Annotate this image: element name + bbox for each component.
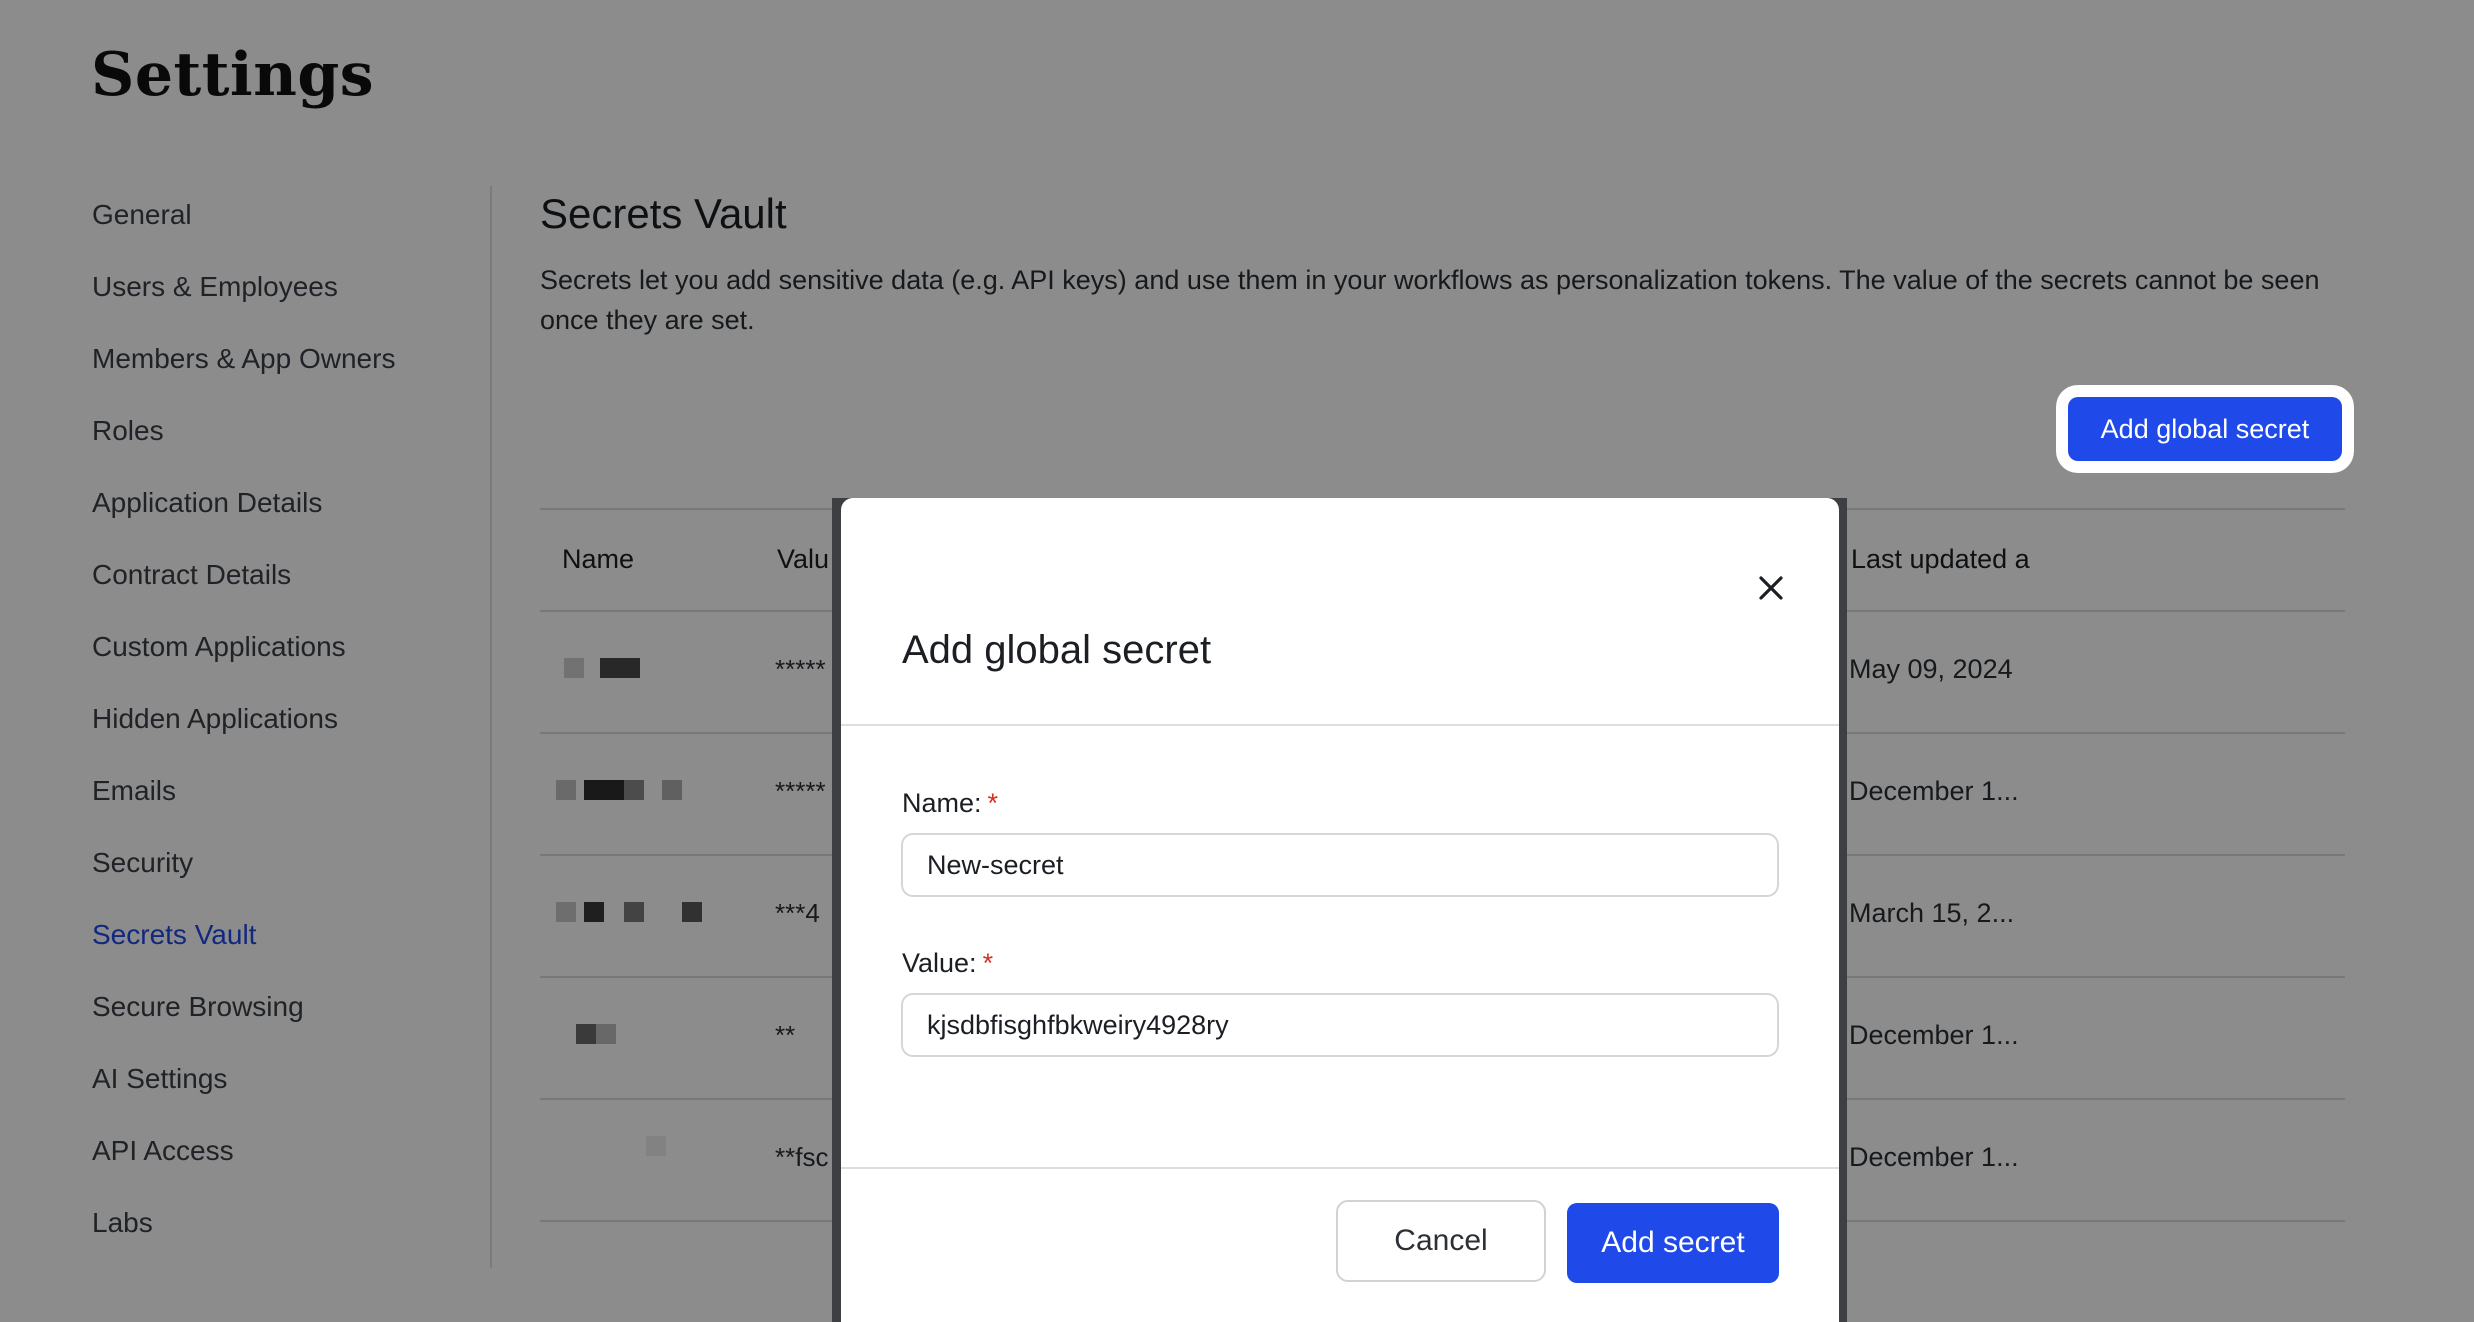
name-field-label: Name: * [902,788,999,818]
dialog-footer-divider [841,1167,1839,1169]
add-global-secret-dialog: Add global secret Name:* Value:* Cancel … [841,498,1839,1322]
secret-value-input[interactable] [901,993,1779,1057]
add-secret-button[interactable]: Add secret [1567,1203,1779,1283]
secret-name-input[interactable] [901,833,1779,897]
required-marker: * [987,788,999,818]
dialog-title: Add global secret [902,628,1212,672]
required-marker: * [982,948,994,978]
close-icon[interactable] [1741,558,1801,618]
value-field-label: Value: * [902,948,994,978]
dialog-divider [841,724,1839,726]
add-global-secret-button[interactable]: Add global secret [2068,397,2342,461]
cancel-button[interactable]: Cancel [1336,1200,1546,1282]
